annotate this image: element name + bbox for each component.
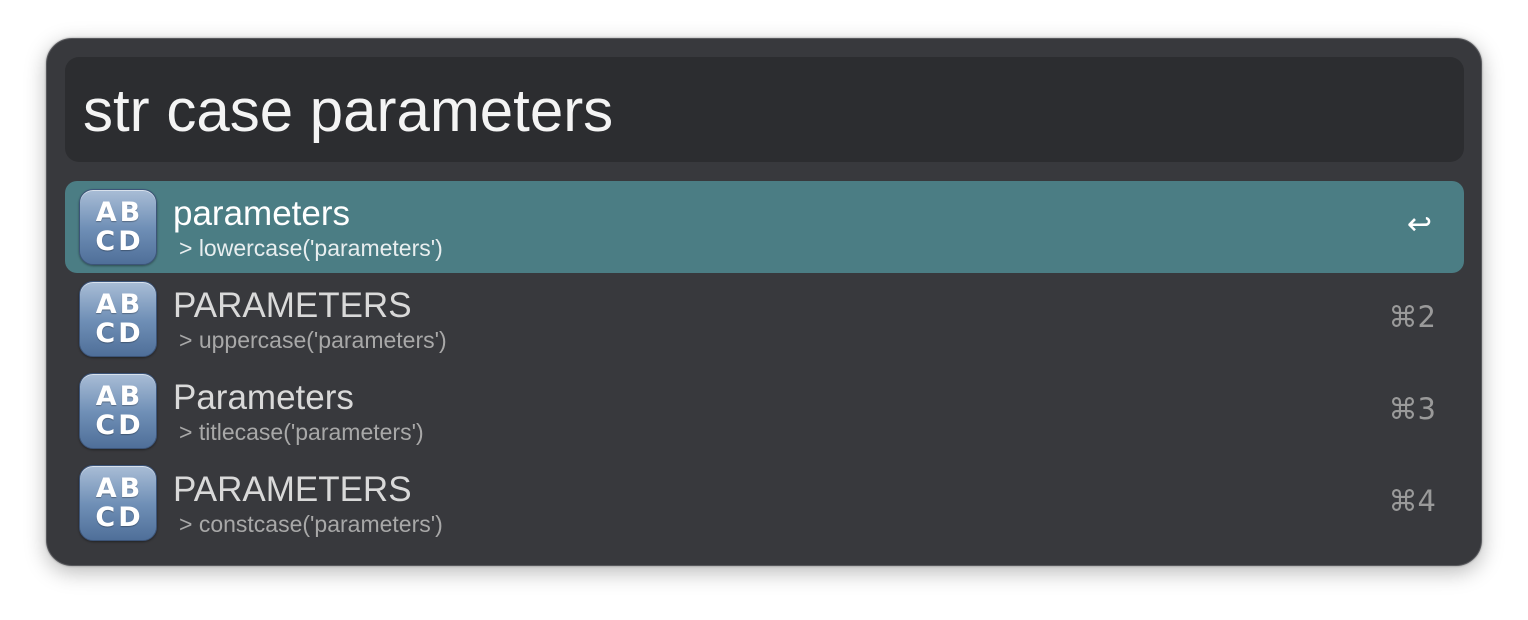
result-subtitle: > constcase('parameters') [179,511,443,537]
shortcut-hint: ⌘4 [1388,484,1436,518]
icon-top-letters: AB [95,473,144,504]
result-subtitle: > uppercase('parameters') [179,327,447,353]
result-row-uppercase[interactable]: AB CD PARAMETERS > uppercase('parameters… [65,273,1464,365]
icon-bottom-letters: CD [95,318,144,349]
search-box[interactable] [65,57,1464,162]
shortcut-hint: ⌘3 [1388,392,1436,426]
icon-top-letters: AB [95,197,144,228]
result-row-lowercase[interactable]: AB CD parameters > lowercase('parameters… [65,181,1464,273]
icon-bottom-letters: CD [95,410,144,441]
icon-top-letters: AB [95,381,144,412]
result-row-titlecase[interactable]: AB CD Parameters > titlecase('parameters… [65,365,1464,457]
result-title: PARAMETERS [173,470,412,509]
results-list: AB CD parameters > lowercase('parameters… [65,181,1464,549]
abcd-input-symbol-icon: AB CD [79,281,157,357]
return-key-icon: ↩ [1406,207,1432,242]
result-title: PARAMETERS [173,286,412,325]
icon-bottom-letters: CD [95,502,144,533]
result-row-constcase[interactable]: AB CD PARAMETERS > constcase('parameters… [65,457,1464,549]
abcd-input-symbol-icon: AB CD [79,465,157,541]
abcd-input-symbol-icon: AB CD [79,189,157,265]
result-subtitle: > lowercase('parameters') [179,235,443,261]
shortcut-hint: ⌘2 [1388,300,1436,334]
search-input[interactable] [83,79,1433,143]
icon-top-letters: AB [95,289,144,320]
result-title: parameters [173,194,351,233]
icon-bottom-letters: CD [95,226,144,257]
launcher-window: AB CD parameters > lowercase('parameters… [46,38,1482,566]
result-subtitle: > titlecase('parameters') [179,419,424,445]
abcd-input-symbol-icon: AB CD [79,373,157,449]
result-title: Parameters [173,378,354,417]
